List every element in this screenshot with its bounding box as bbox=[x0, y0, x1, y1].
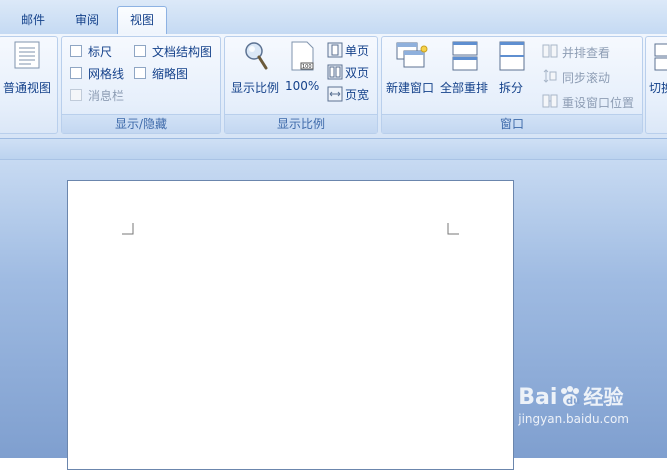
side-by-side-icon bbox=[542, 44, 558, 58]
tab-mailings[interactable]: 邮件 bbox=[8, 7, 58, 33]
thumbnails-check-box[interactable] bbox=[134, 67, 146, 79]
watermark-brand: Bai bbox=[518, 385, 558, 410]
two-pages-icon bbox=[327, 64, 343, 80]
switch-windows-label: 切换 bbox=[649, 81, 667, 95]
gridlines-check-box[interactable] bbox=[70, 67, 82, 79]
zoom-group-label: 显示比例 bbox=[225, 114, 377, 133]
message-bar-label: 消息栏 bbox=[88, 89, 125, 103]
split-button[interactable]: 拆分 bbox=[494, 37, 530, 115]
magnifier-icon bbox=[245, 42, 268, 70]
thumbnails-label: 缩略图 bbox=[152, 67, 189, 81]
split-label: 拆分 bbox=[499, 81, 524, 95]
reset-position-button: 重设窗口位置 bbox=[542, 93, 640, 111]
paw-icon: du bbox=[557, 385, 583, 407]
zoom-label: 显示比例 bbox=[231, 81, 280, 95]
one-page-icon bbox=[327, 42, 343, 58]
two-pages-button[interactable]: 双页 bbox=[325, 63, 375, 81]
one-page-button[interactable]: 单页 bbox=[325, 41, 375, 59]
doc-map-checkbox[interactable]: 文档结构图 bbox=[132, 43, 220, 59]
doc-map-label: 文档结构图 bbox=[152, 45, 213, 59]
document-page[interactable] bbox=[67, 180, 514, 470]
watermark-url: jingyan.baidu.com bbox=[518, 412, 629, 426]
new-window-icon bbox=[396, 42, 428, 68]
sync-scroll-icon bbox=[543, 69, 557, 83]
page-100-icon: 100 bbox=[291, 41, 314, 71]
page-width-icon bbox=[327, 86, 343, 102]
ruler-label: 标尺 bbox=[88, 45, 113, 59]
zoom-button[interactable]: 显示比例 bbox=[227, 37, 283, 115]
group-document-views: 普通视图 bbox=[0, 36, 58, 134]
show-hide-group-label: 显示/隐藏 bbox=[62, 114, 220, 133]
tab-review[interactable]: 审阅 bbox=[62, 7, 112, 33]
ruler-check-box[interactable] bbox=[70, 45, 82, 57]
message-bar-checkbox: 消息栏 bbox=[68, 87, 130, 103]
group-show-hide: 标尺 网格线 消息栏 文档结构图 缩略图 显示/隐藏 bbox=[61, 36, 221, 134]
sync-scroll-label: 同步滚动 bbox=[562, 71, 611, 85]
one-page-label: 单页 bbox=[345, 44, 370, 58]
arrange-all-label: 全部重排 bbox=[440, 81, 489, 95]
sync-scroll-button: 同步滚动 bbox=[542, 68, 640, 86]
watermark-brand2: 经验 bbox=[583, 385, 624, 409]
ruler-band bbox=[0, 139, 667, 160]
message-bar-check-box bbox=[70, 89, 82, 101]
arrange-all-icon bbox=[452, 41, 478, 71]
group-switch-partial: 切换 bbox=[645, 36, 667, 134]
ruler-checkbox[interactable]: 标尺 bbox=[68, 43, 130, 59]
svg-text:100: 100 bbox=[302, 64, 312, 70]
window-group-label: 窗口 bbox=[382, 114, 642, 133]
zoom-100-button[interactable]: 100 100% bbox=[283, 37, 321, 115]
reset-position-icon bbox=[542, 94, 558, 108]
gridlines-checkbox[interactable]: 网格线 bbox=[68, 65, 130, 81]
margin-corner-top-right bbox=[447, 223, 459, 235]
group-zoom: 显示比例 100 100% 单页 双页 页宽 显示比例 bbox=[224, 36, 378, 134]
reset-position-label: 重设窗口位置 bbox=[562, 96, 635, 110]
page-width-button[interactable]: 页宽 bbox=[325, 85, 375, 103]
group-window: 新建窗口 全部重排 拆分 并排查看 同步滚动 重设窗口位置 窗口 bbox=[381, 36, 643, 134]
side-by-side-button: 并排查看 bbox=[542, 43, 640, 61]
arrange-all-button[interactable]: 全部重排 bbox=[438, 37, 494, 115]
side-by-side-label: 并排查看 bbox=[562, 46, 611, 60]
normal-view-label: 普通视图 bbox=[3, 81, 52, 95]
thumbnails-checkbox[interactable]: 缩略图 bbox=[132, 65, 220, 81]
margin-corner-top-left bbox=[122, 223, 134, 235]
switch-windows-icon bbox=[654, 43, 667, 71]
zoom-100-label: 100% bbox=[285, 79, 320, 93]
tab-view[interactable]: 视图 bbox=[117, 6, 167, 35]
ribbon: 普通视图 标尺 网格线 消息栏 文档结构图 缩略图 显示/隐藏 显示比例 100… bbox=[0, 34, 667, 139]
normal-view-icon bbox=[14, 41, 40, 69]
doc-map-check-box[interactable] bbox=[134, 45, 146, 57]
split-icon bbox=[499, 41, 525, 71]
ribbon-tab-strip: 邮件 审阅 视图 bbox=[0, 0, 667, 35]
new-window-label: 新建窗口 bbox=[386, 81, 435, 95]
normal-view-button[interactable]: 普通视图 bbox=[0, 37, 57, 115]
switch-windows-button[interactable]: 切换 bbox=[646, 37, 667, 115]
svg-text:du: du bbox=[566, 396, 580, 407]
baidu-jingyan-watermark: Bai du 经验 jingyan.baidu.com bbox=[518, 384, 629, 427]
page-width-label: 页宽 bbox=[345, 88, 370, 102]
new-window-button[interactable]: 新建窗口 bbox=[384, 37, 438, 115]
two-pages-label: 双页 bbox=[345, 66, 370, 80]
gridlines-label: 网格线 bbox=[88, 67, 125, 81]
